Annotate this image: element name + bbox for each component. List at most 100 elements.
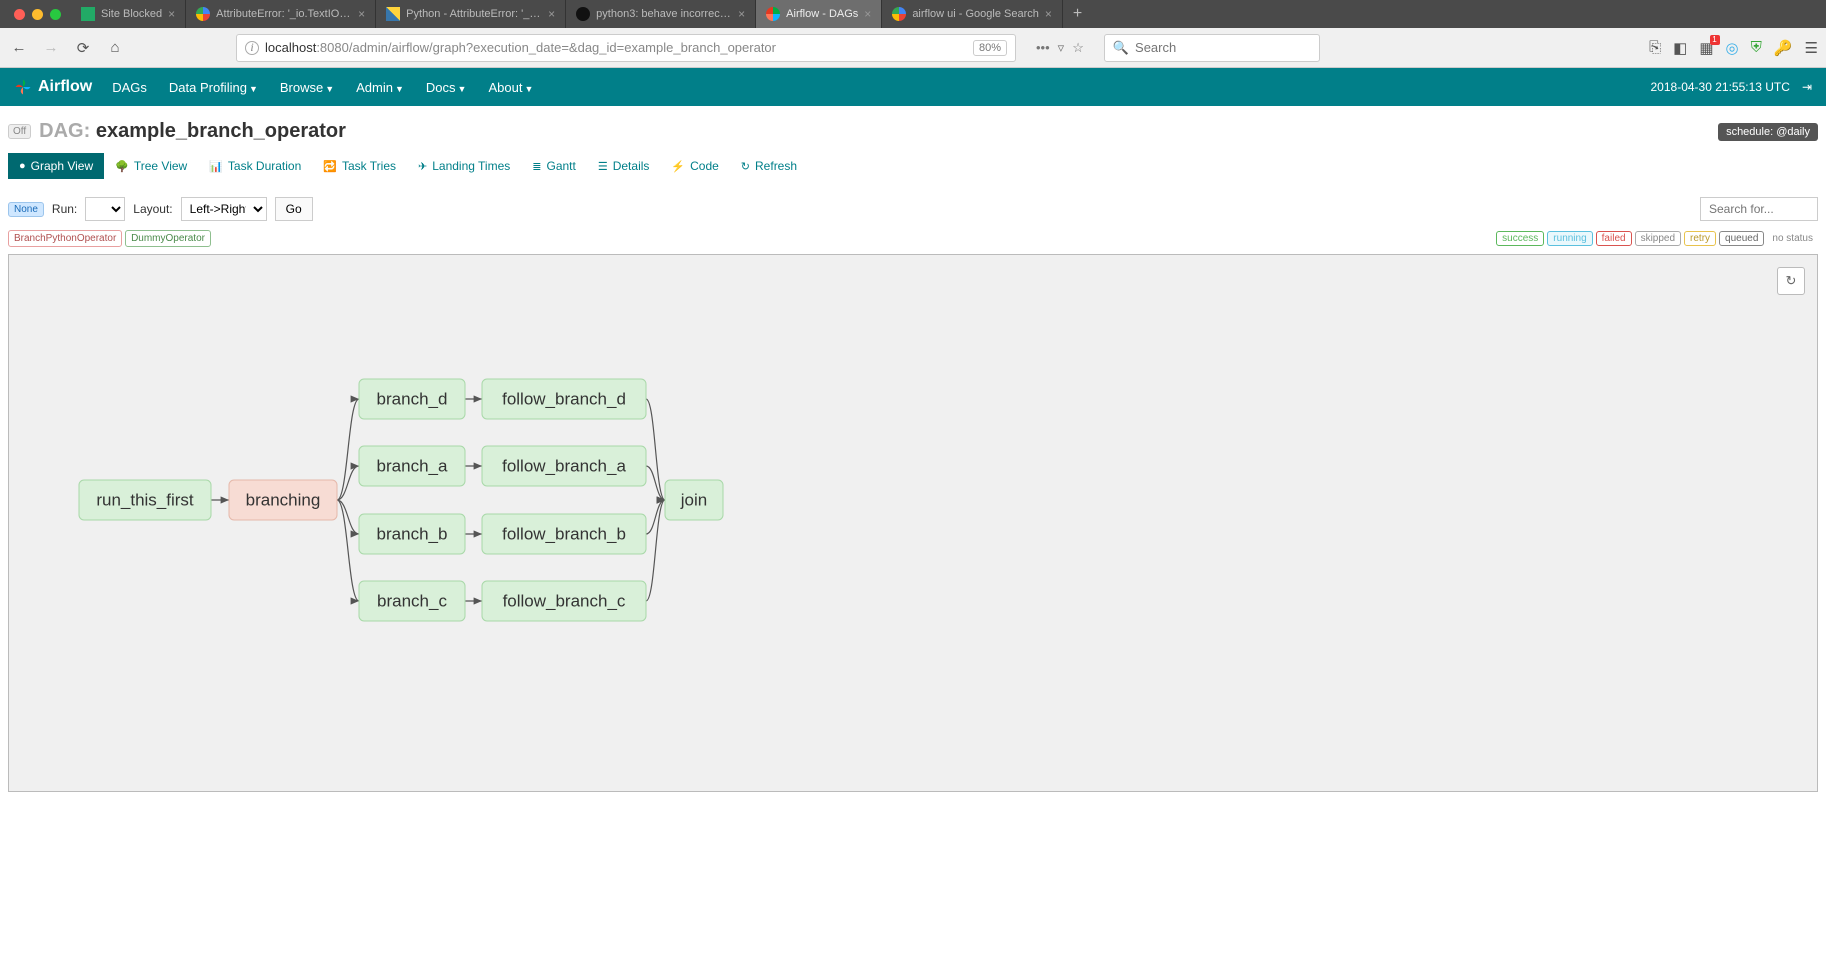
dag-title: DAG: example_branch_operator <box>39 120 346 143</box>
zoom-indicator[interactable]: 80% <box>973 40 1007 56</box>
base-date-chip[interactable]: None <box>8 202 44 217</box>
maximize-window-icon[interactable] <box>50 9 61 20</box>
close-window-icon[interactable] <box>14 9 25 20</box>
tab-close-icon[interactable]: × <box>548 7 555 21</box>
airflow-brand[interactable]: Airflow <box>14 78 92 96</box>
task-node-follow_branch_c[interactable]: follow_branch_c <box>482 581 646 621</box>
shield-icon[interactable]: ⛨ <box>1751 39 1762 56</box>
browser-tab[interactable]: Airflow - DAGs × <box>756 0 882 28</box>
operator-legend-BranchPythonOperator[interactable]: BranchPythonOperator <box>8 230 122 247</box>
operator-legend-DummyOperator[interactable]: DummyOperator <box>125 230 211 247</box>
view-tab-task-duration[interactable]: 📊Task Duration <box>198 153 312 179</box>
status-legend-retry[interactable]: retry <box>1684 231 1716 246</box>
view-tab-gantt[interactable]: ≣Gantt <box>521 153 587 179</box>
view-tab-code[interactable]: ⚡Code <box>660 153 729 179</box>
tab-label: Python - AttributeError: '_io.Te… <box>406 8 542 20</box>
dag-graph[interactable]: run_this_first branching branch_d branch_ab… <box>9 255 1817 791</box>
nav-item-browse[interactable]: Browse▼ <box>280 80 334 95</box>
status-legend: successrunning failedskippedretryqueuedno… <box>1496 231 1818 246</box>
forward-button[interactable]: → <box>40 37 62 59</box>
view-tab-task-tries[interactable]: 🔁Task Tries <box>312 153 407 179</box>
status-legend-queued[interactable]: queued <box>1719 231 1764 246</box>
browser-tab[interactable]: Site Blocked× <box>71 0 186 28</box>
view-tab-landing-times[interactable]: ✈Landing Times <box>407 153 521 179</box>
task-node-run_this_first[interactable]: run_this_first <box>79 480 211 520</box>
nav-item-dags[interactable]: DAGs <box>112 80 147 95</box>
status-legend-failed[interactable]: failed <box>1596 231 1632 246</box>
extension-icon[interactable]: ▦ <box>1699 39 1713 57</box>
nav-item-admin[interactable]: Admin▼ <box>356 80 404 95</box>
tab-label: Airflow - DAGs <box>786 8 858 20</box>
library-icon[interactable]: ⎘ <box>1649 39 1661 56</box>
tab-close-icon[interactable]: × <box>168 7 175 21</box>
go-button[interactable]: Go <box>275 197 313 221</box>
view-tabs: ●Graph View🌳Tree View📊Task Duration🔁Task… <box>8 153 1818 179</box>
bookmark-icon[interactable]: ☆ <box>1072 40 1084 56</box>
view-tab-tree-view[interactable]: 🌳Tree View <box>104 153 198 179</box>
key-icon[interactable]: 🔑 <box>1774 39 1793 57</box>
logout-icon[interactable]: ⇥ <box>1802 80 1812 94</box>
edge-branching-branch_b <box>337 500 359 534</box>
view-tab-label: Task Tries <box>342 159 396 173</box>
airflow-clock: 2018-04-30 21:55:13 UTC ⇥ <box>1651 80 1813 94</box>
airflow-brand-text: Airflow <box>38 78 92 96</box>
status-legend-running[interactable]: running <box>1547 231 1592 246</box>
tab-close-icon[interactable]: × <box>864 7 871 21</box>
reload-button[interactable]: ⟳ <box>72 37 94 59</box>
task-node-branch_d[interactable]: branch_d <box>359 379 465 419</box>
more-icon[interactable]: ••• <box>1036 40 1050 56</box>
view-tab-refresh[interactable]: ↻Refresh <box>730 153 808 179</box>
tab-close-icon[interactable]: × <box>1045 7 1052 21</box>
pocket-icon[interactable]: ▿ <box>1058 40 1065 56</box>
task-node-follow_branch_a[interactable]: follow_branch_a <box>482 446 646 486</box>
status-legend-success[interactable]: success <box>1496 231 1544 246</box>
tab-close-icon[interactable]: × <box>358 7 365 21</box>
search-icon: 🔍 <box>1113 40 1129 56</box>
layout-select[interactable]: Left->Right <box>181 197 267 221</box>
task-node-branch_c[interactable]: branch_c <box>359 581 465 621</box>
browser-tab[interactable]: Python - AttributeError: '_io.Te… × <box>376 0 566 28</box>
browser-search-input[interactable] <box>1135 40 1311 55</box>
extension2-icon[interactable]: ◎ <box>1726 39 1739 57</box>
toolbar-right: ⎘ ◧ ▦ ◎ ⛨ 🔑 ☰ <box>1649 39 1818 57</box>
schedule-badge[interactable]: schedule: @daily <box>1718 123 1818 141</box>
nav-item-docs[interactable]: Docs▼ <box>426 80 467 95</box>
view-tab-graph-view[interactable]: ●Graph View <box>8 153 104 179</box>
task-node-branching[interactable]: branching <box>229 480 337 520</box>
back-button[interactable]: ← <box>8 37 30 59</box>
graph-panel[interactable]: ↻ run_this_first branching branch_d branch_… <box>8 254 1818 792</box>
task-node-follow_branch_d[interactable]: follow_branch_d <box>482 379 646 419</box>
minimize-window-icon[interactable] <box>32 9 43 20</box>
view-tab-details[interactable]: ☰Details <box>587 153 661 179</box>
hamburger-icon[interactable]: ☰ <box>1805 39 1818 57</box>
dag-toggle[interactable]: Off <box>8 124 31 139</box>
run-select[interactable] <box>85 197 125 221</box>
svg-text:run_this_first: run_this_first <box>96 491 194 510</box>
task-node-branch_b[interactable]: branch_b <box>359 514 465 554</box>
status-legend-skipped[interactable]: skipped <box>1635 231 1681 246</box>
svg-text:branch_a: branch_a <box>377 457 448 476</box>
tab-label: AttributeError: '_io.TextIOWrap… <box>216 8 352 20</box>
browser-tab[interactable]: AttributeError: '_io.TextIOWrap… × <box>186 0 376 28</box>
tab-close-icon[interactable]: × <box>738 7 745 21</box>
browser-search[interactable]: 🔍 <box>1104 34 1320 62</box>
nav-item-about[interactable]: About▼ <box>488 80 533 95</box>
dag-name: example_branch_operator <box>96 120 346 142</box>
nav-toolbar: ← → ⟳ ⌂ i localhost:8080/admin/airflow/g… <box>0 28 1826 68</box>
task-node-follow_branch_b[interactable]: follow_branch_b <box>482 514 646 554</box>
browser-tab[interactable]: python3: behave incorrectly m…× <box>566 0 756 28</box>
url-bar[interactable]: i localhost:8080/admin/airflow/graph?exe… <box>236 34 1016 62</box>
site-info-icon[interactable]: i <box>245 41 259 55</box>
graph-search-input[interactable] <box>1700 197 1818 221</box>
home-button[interactable]: ⌂ <box>104 37 126 59</box>
browser-chrome: Site Blocked×AttributeError: '_io.TextIO… <box>0 0 1826 68</box>
new-tab-button[interactable]: + <box>1063 5 1092 23</box>
status-legend-no-status[interactable]: no status <box>1767 232 1818 245</box>
tab-strip: Site Blocked×AttributeError: '_io.TextIO… <box>0 0 1826 28</box>
browser-tab[interactable]: airflow ui - Google Search× <box>882 0 1063 28</box>
task-node-branch_a[interactable]: branch_a <box>359 446 465 486</box>
task-node-join[interactable]: join <box>665 480 723 520</box>
nav-item-data-profiling[interactable]: Data Profiling▼ <box>169 80 258 95</box>
sidebar-icon[interactable]: ◧ <box>1673 39 1687 57</box>
graph-refresh-button[interactable]: ↻ <box>1777 267 1805 295</box>
